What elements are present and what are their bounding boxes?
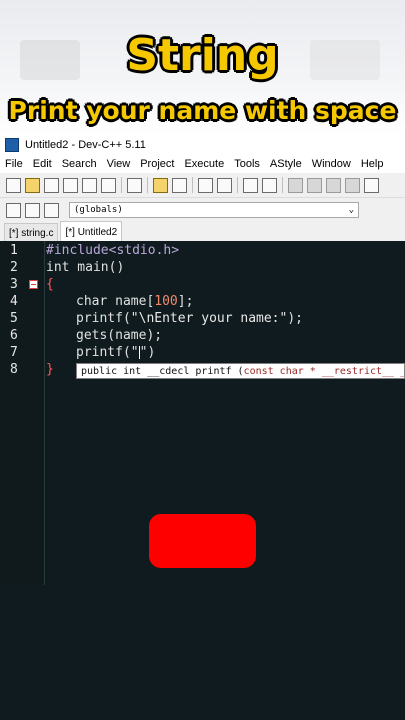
menu-edit[interactable]: Edit <box>28 158 57 170</box>
save-all-icon[interactable] <box>63 177 78 193</box>
menu-astyle[interactable]: AStyle <box>265 158 307 170</box>
toolbar-separator <box>121 177 122 193</box>
code-text: ") <box>139 345 156 360</box>
new-file-icon[interactable] <box>6 177 21 193</box>
keyword: char <box>76 294 108 309</box>
line-number: 3 <box>10 277 18 292</box>
code-text: printf( <box>76 311 131 326</box>
function-signature-tooltip: public int __cdecl printf (const char * … <box>76 363 405 379</box>
save-icon[interactable] <box>44 177 59 193</box>
replace-icon[interactable] <box>217 177 232 193</box>
compile-icon[interactable] <box>288 177 303 193</box>
dropdown-arrow-icon: ⌄ <box>348 205 354 215</box>
scope-select[interactable]: (globals) ⌄ <box>69 202 359 218</box>
grid-icon[interactable] <box>364 177 379 193</box>
video-overlay-banner: String Print your name with space <box>0 0 405 135</box>
toolbar-separator <box>282 177 283 193</box>
redo-icon[interactable] <box>172 177 187 193</box>
line-number: 6 <box>10 328 18 343</box>
find-icon[interactable] <box>198 177 213 193</box>
code-text: name[ <box>107 294 155 309</box>
bookmark-icon[interactable] <box>44 202 59 218</box>
window-title: Untitled2 - Dev-C++ 5.11 <box>25 139 146 151</box>
title-bar: Untitled2 - Dev-C++ 5.11 <box>0 135 405 155</box>
code-text: ]; <box>177 294 194 309</box>
stop-icon[interactable] <box>345 177 360 193</box>
code-line: printf("") <box>76 345 155 360</box>
video-dark-area <box>0 585 405 720</box>
code-line: int main() <box>46 260 125 275</box>
menu-help[interactable]: Help <box>356 158 389 170</box>
fold-collapse-icon[interactable] <box>29 280 38 289</box>
editor-tabs: [*] string.c [*] Untitled2 <box>0 221 405 242</box>
menu-project[interactable]: Project <box>135 158 179 170</box>
menu-execute[interactable]: Execute <box>179 158 229 170</box>
code-line: #include<stdio.h> <box>46 243 180 258</box>
line-number: 8 <box>10 362 18 377</box>
print-icon[interactable] <box>127 177 142 193</box>
code-line: char name[100]; <box>76 294 193 309</box>
line-number: 1 <box>10 243 18 258</box>
tooltip-text: public int __cdecl printf ( <box>81 365 244 377</box>
code-line: gets(name); <box>76 328 163 343</box>
toolbar-separator <box>147 177 148 193</box>
line-number: 5 <box>10 311 18 326</box>
goto-icon[interactable] <box>243 177 258 193</box>
code-line: { <box>46 277 54 292</box>
close-icon[interactable] <box>82 177 97 193</box>
string-literal: "\nEnter your name:" <box>130 311 288 326</box>
indent-icon[interactable] <box>262 177 277 193</box>
menu-tools[interactable]: Tools <box>229 158 265 170</box>
menu-file[interactable]: File <box>0 158 28 170</box>
play-button[interactable] <box>149 514 256 568</box>
menu-bar: File Edit Search View Project Execute To… <box>0 155 405 173</box>
run-icon[interactable] <box>307 177 322 193</box>
tab-string-c[interactable]: [*] string.c <box>4 223 59 242</box>
scope-select-value: (globals) <box>74 205 123 215</box>
open-icon[interactable] <box>25 177 40 193</box>
main-toolbar <box>0 173 405 198</box>
function-icon[interactable] <box>25 202 40 218</box>
toolbar-separator <box>237 177 238 193</box>
menu-view[interactable]: View <box>102 158 136 170</box>
line-number: 7 <box>10 345 18 360</box>
tab-untitled2[interactable]: [*] Untitled2 <box>60 221 123 242</box>
menu-window[interactable]: Window <box>307 158 356 170</box>
code-line: printf("\nEnter your name:"); <box>76 311 303 326</box>
undo-icon[interactable] <box>153 177 168 193</box>
code-line: } <box>46 362 54 377</box>
line-number: 4 <box>10 294 18 309</box>
dev-cpp-app-icon <box>5 138 19 152</box>
code-text: printf(" <box>76 345 139 360</box>
toolbar-separator <box>192 177 193 193</box>
line-number: 2 <box>10 260 18 275</box>
tooltip-param: const char * __restrict__ _F <box>243 365 405 377</box>
class-icon[interactable] <box>6 202 21 218</box>
debug-icon[interactable] <box>326 177 341 193</box>
overlay-title: String <box>126 30 279 81</box>
code-text: ); <box>287 311 303 326</box>
menu-search[interactable]: Search <box>57 158 102 170</box>
overlay-subtitle: Print your name with space <box>8 96 397 125</box>
line-number-gutter: 1 2 3 4 5 6 7 8 <box>0 241 45 585</box>
close-all-icon[interactable] <box>101 177 116 193</box>
class-toolbar: (globals) ⌄ <box>0 198 405 222</box>
number-literal: 100 <box>154 294 178 309</box>
